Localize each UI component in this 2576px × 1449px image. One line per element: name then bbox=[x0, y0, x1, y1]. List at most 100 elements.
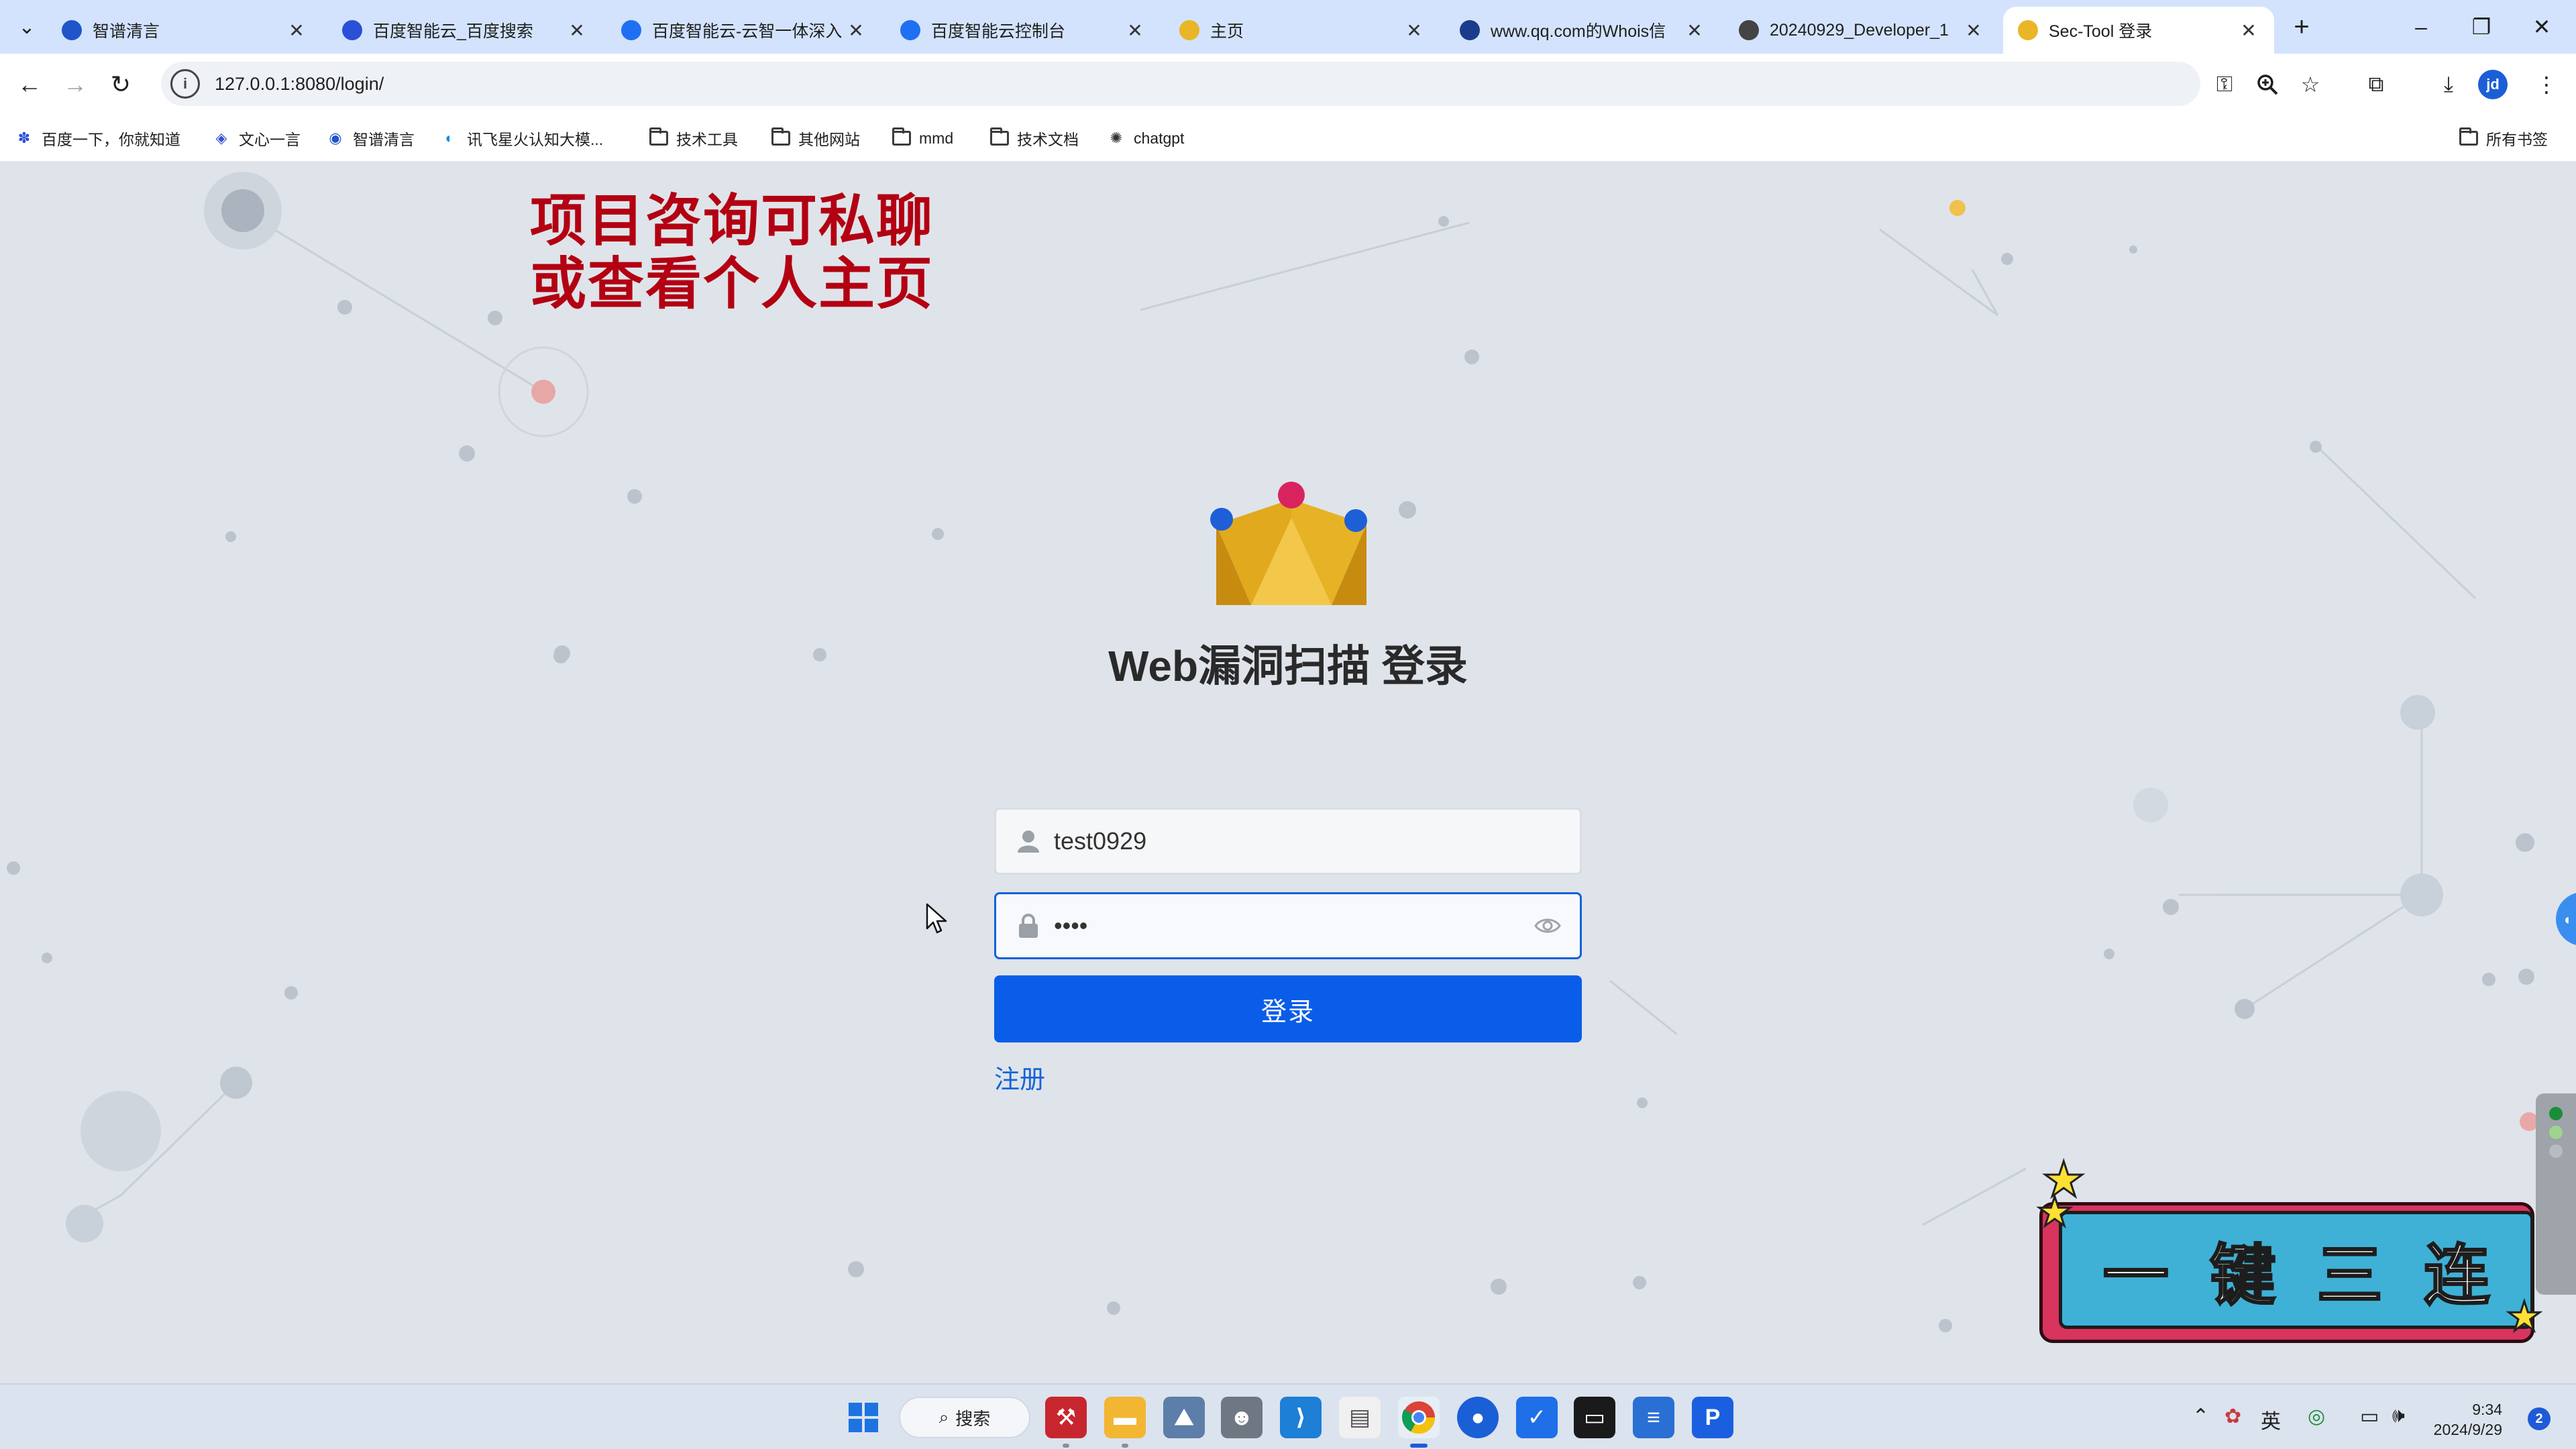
bookmark-item[interactable]: ✽ 百度一下，你就知道 bbox=[15, 125, 180, 152]
browser-tab[interactable]: Sec-Tool 登录 ✕ bbox=[2003, 7, 2274, 54]
bookmark-item[interactable]: 技术文档 bbox=[990, 125, 1079, 152]
folder-icon bbox=[771, 127, 790, 148]
profile-avatar[interactable]: jd bbox=[2478, 70, 2508, 99]
feishu-app-icon[interactable]: ✓ bbox=[1516, 1397, 1558, 1438]
restore-icon[interactable]: ❐ bbox=[2453, 0, 2510, 54]
browser-tab[interactable]: 百度智能云_百度搜索 ✕ bbox=[327, 7, 602, 54]
tab-favicon-icon bbox=[342, 20, 362, 40]
file-explorer-icon[interactable]: ▬ bbox=[1104, 1397, 1146, 1448]
taskbar-search-button[interactable]: ⌕ 搜索 bbox=[899, 1397, 1030, 1438]
bookmark-item[interactable]: ◈ 文心一言 bbox=[212, 125, 301, 152]
pycharm-app-icon[interactable]: P bbox=[1692, 1397, 1733, 1438]
zoom-icon[interactable] bbox=[2249, 66, 2286, 103]
login-submit-button[interactable]: 登录 bbox=[994, 975, 1582, 1042]
menu-kebab-icon[interactable]: ⋮ bbox=[2528, 66, 2565, 103]
browser-tab[interactable]: 百度智能云控制台 ✕ bbox=[885, 7, 1161, 54]
tab-close-icon[interactable]: ✕ bbox=[1402, 18, 1426, 42]
bookmark-label: 其他网站 bbox=[798, 131, 860, 148]
tab-favicon-icon bbox=[62, 20, 82, 40]
password-key-icon[interactable]: ⚿ bbox=[2206, 66, 2243, 103]
toolbox-app-icon[interactable]: ⚒ bbox=[1045, 1397, 1087, 1448]
username-field[interactable] bbox=[994, 808, 1582, 875]
tab-close-icon[interactable]: ✕ bbox=[1682, 18, 1707, 42]
new-tab-button[interactable]: + bbox=[2284, 9, 2319, 44]
vscode-icon[interactable]: ⟩ bbox=[1280, 1397, 1322, 1438]
status-dot-icon bbox=[2549, 1107, 2563, 1120]
show-password-eye-icon[interactable] bbox=[1527, 906, 1568, 946]
bookmark-item[interactable]: ✺ chatgpt bbox=[1107, 125, 1185, 152]
lock-icon bbox=[1015, 914, 1042, 938]
bookmark-item[interactable]: ◉ 智谱清言 bbox=[326, 125, 415, 152]
photos-app-icon[interactable]: ⛰ bbox=[1163, 1397, 1205, 1438]
url-text[interactable]: 127.0.0.1:8080/login/ bbox=[215, 74, 384, 95]
bookmark-star-icon[interactable]: ☆ bbox=[2292, 66, 2329, 103]
bookmark-item[interactable]: mmd bbox=[892, 125, 953, 152]
minimize-icon[interactable]: – bbox=[2392, 0, 2450, 54]
tab-strip: ⌄ 智谱清言 ✕ 百度智能云_百度搜索 ✕ 百度智能云-云智一体深入 ✕ 百度智能云控制台 ✕… bbox=[0, 0, 2576, 54]
tab-favicon-icon bbox=[1460, 20, 1480, 40]
tab-close-icon[interactable]: ✕ bbox=[1962, 18, 1986, 42]
terminal-icon[interactable]: ▭ bbox=[1574, 1397, 1615, 1438]
tab-close-icon[interactable]: ✕ bbox=[284, 18, 309, 42]
browser-tab[interactable]: 主页 ✕ bbox=[1165, 7, 1440, 54]
notes-app-icon[interactable]: ≡ bbox=[1633, 1397, 1674, 1438]
network-icon[interactable]: ▭ bbox=[2360, 1405, 2379, 1428]
tab-close-icon[interactable]: ✕ bbox=[1123, 18, 1147, 42]
tray-app-icon[interactable]: ✿ bbox=[2224, 1405, 2241, 1428]
ime-icon[interactable]: 英 bbox=[2261, 1405, 2281, 1434]
bookmark-item[interactable]: ◐ 讯飞星火认知大模... bbox=[440, 125, 603, 152]
back-arrow-icon[interactable]: ← bbox=[11, 66, 48, 103]
tray-overflow-chevron-icon[interactable]: ⌃ bbox=[2192, 1405, 2209, 1428]
browser-tab[interactable]: www.qq.com的Whois信 ✕ bbox=[1445, 7, 1720, 54]
bookmark-label: 智谱清言 bbox=[353, 131, 415, 148]
bookmark-item[interactable]: 其他网站 bbox=[771, 125, 860, 152]
register-link[interactable]: 注册 bbox=[994, 1059, 1045, 1095]
forward-arrow-icon[interactable]: → bbox=[56, 66, 94, 103]
all-bookmarks-item[interactable]: 所有书签 bbox=[2459, 125, 2548, 152]
browser-tab[interactable]: 百度智能云-云智一体深入 ✕ bbox=[606, 7, 881, 54]
promo-line-1: 项目咨询可私聊 bbox=[530, 188, 934, 254]
tab-close-icon[interactable]: ✕ bbox=[2237, 18, 2261, 42]
bookmark-label: 技术文档 bbox=[1017, 131, 1079, 148]
bookmark-label: mmd bbox=[919, 129, 954, 147]
password-field[interactable] bbox=[994, 892, 1582, 959]
paw-icon: ✽ bbox=[17, 129, 31, 146]
triple-text-panel: 一键三连 bbox=[2059, 1211, 2534, 1329]
zhipu-app-icon[interactable]: ● bbox=[1457, 1397, 1499, 1438]
bookmarks-bar: ✽ 百度一下，你就知道 ◈ 文心一言 ◉ 智谱清言 ◐ 讯飞星火认知大模... 技术工具 其他网站… bbox=[0, 114, 2576, 162]
address-bar[interactable]: i 127.0.0.1:8080/login/ bbox=[161, 62, 2200, 106]
tab-search-chevron-icon[interactable]: ⌄ bbox=[9, 9, 44, 44]
start-windows-icon[interactable] bbox=[843, 1397, 884, 1438]
tab-close-icon[interactable]: ✕ bbox=[844, 18, 868, 42]
site-info-icon[interactable]: i bbox=[170, 69, 200, 99]
volume-icon[interactable]: 🕪 bbox=[2392, 1405, 2405, 1428]
chrome-icon[interactable] bbox=[1398, 1397, 1440, 1448]
tab-close-icon[interactable]: ✕ bbox=[565, 18, 589, 42]
password-input[interactable] bbox=[1054, 896, 1527, 956]
star-icon: ★ bbox=[2506, 1293, 2544, 1340]
username-input[interactable] bbox=[1054, 811, 1580, 871]
xinghuo-icon: ◐ bbox=[445, 129, 454, 146]
tab-title: 百度智能云-云智一体深入 bbox=[652, 22, 843, 41]
star-icon: ★ bbox=[2041, 1152, 2087, 1208]
triple-char: 连 bbox=[2423, 1237, 2491, 1316]
promo-overlay-text: 项目咨询可私聊 或查看个人主页 bbox=[530, 189, 934, 315]
extensions-puzzle-icon[interactable]: ⧉ bbox=[2357, 66, 2395, 103]
browser-tab[interactable]: 20240929_Developer_1 ✕ bbox=[1724, 7, 1999, 54]
notepad-icon[interactable]: ▤ bbox=[1339, 1397, 1381, 1438]
promo-line-2: 或查看个人主页 bbox=[530, 251, 934, 317]
close-window-icon[interactable]: ✕ bbox=[2513, 0, 2571, 54]
wenxin-icon: ◈ bbox=[215, 129, 227, 146]
tray-sync-icon[interactable]: ◎ bbox=[2308, 1405, 2325, 1428]
tab-title: 智谱清言 bbox=[93, 22, 160, 41]
search-icon: ⌕ bbox=[938, 1407, 949, 1428]
game-app-icon[interactable]: ☻ bbox=[1221, 1397, 1263, 1438]
browser-tab[interactable]: 智谱清言 ✕ bbox=[47, 7, 322, 54]
tab-favicon-icon bbox=[2018, 20, 2038, 40]
triple-char: 三 bbox=[2316, 1237, 2383, 1316]
download-icon[interactable]: ⤓ bbox=[2430, 66, 2467, 103]
bookmark-item[interactable]: 技术工具 bbox=[649, 125, 738, 152]
reload-icon[interactable]: ↻ bbox=[102, 66, 140, 103]
system-clock[interactable]: 9:34 2024/9/29 bbox=[2428, 1399, 2502, 1440]
notification-badge[interactable]: 2 bbox=[2528, 1407, 2551, 1430]
